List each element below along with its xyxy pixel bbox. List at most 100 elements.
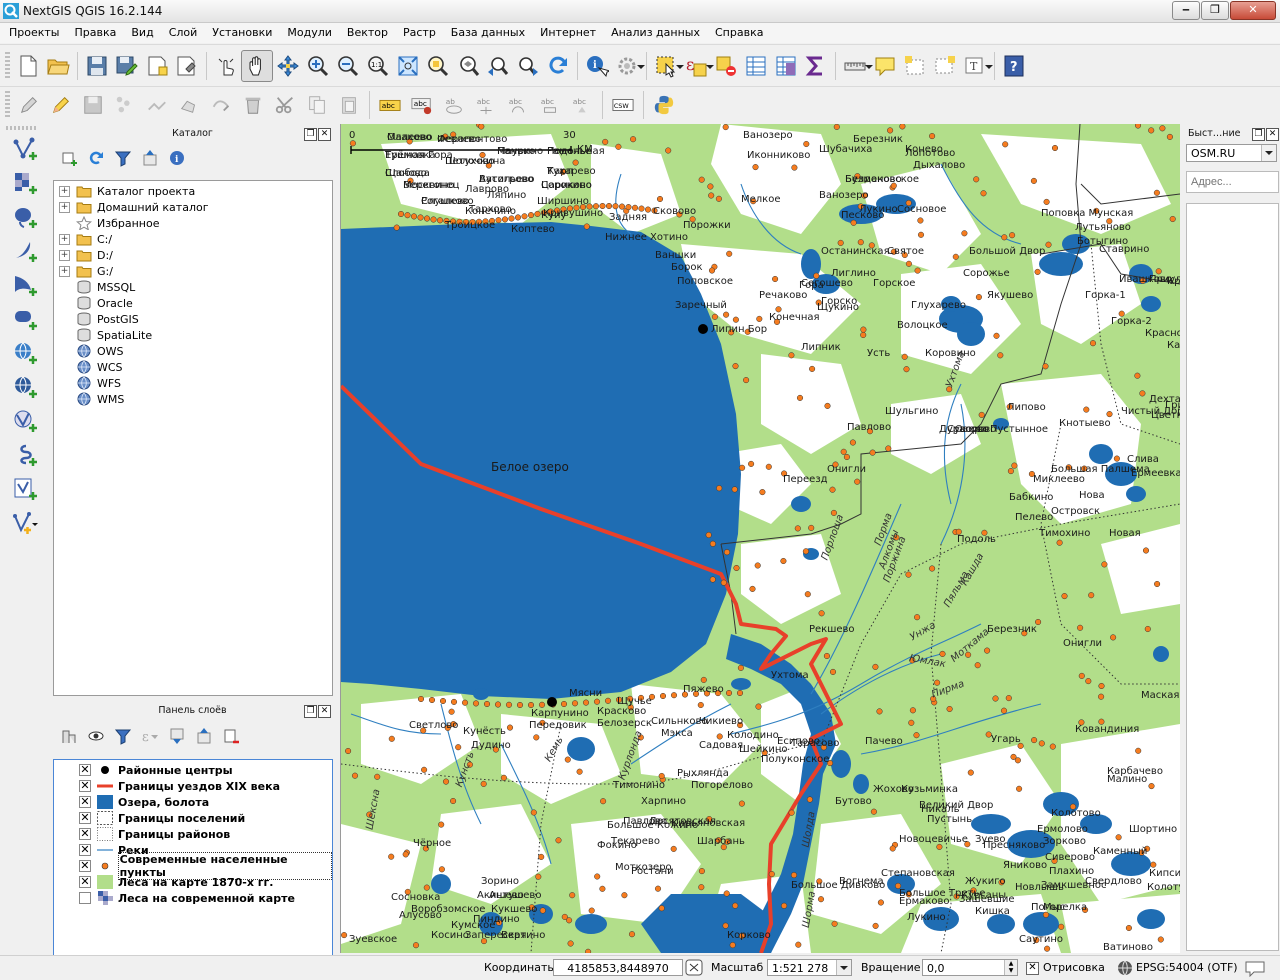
manage-visibility-button[interactable]: [82, 726, 109, 746]
zoom-to-layer-button[interactable]: [453, 50, 483, 82]
add-raster-layer-button[interactable]: [10, 168, 40, 198]
scale-combo[interactable]: 1:521 278: [767, 959, 852, 976]
rotate-label-button[interactable]: abc: [502, 91, 534, 119]
save-edits-button[interactable]: [77, 91, 109, 119]
restore-button[interactable]: ❐: [1201, 1, 1229, 20]
layer-item[interactable]: ✕ Районные центры: [54, 762, 332, 778]
copy-features-button[interactable]: [301, 91, 333, 119]
annotation-button[interactable]: [930, 50, 960, 82]
expand-all-button[interactable]: [163, 726, 190, 746]
simplify-button[interactable]: [205, 91, 237, 119]
pin-labels-button[interactable]: abc: [406, 91, 438, 119]
catalog-item[interactable]: + C:/: [54, 231, 332, 247]
menu-vector[interactable]: Вектор: [338, 23, 394, 43]
map-tips-button[interactable]: [870, 50, 900, 82]
layer-visibility-checkbox[interactable]: ✕: [79, 780, 91, 792]
address-search-input[interactable]: [1186, 171, 1279, 193]
zoom-in-button[interactable]: [303, 50, 333, 82]
close-panel-button[interactable]: ✕: [1266, 128, 1279, 141]
composer-manager-button[interactable]: [172, 50, 202, 82]
new-print-composer-button[interactable]: [142, 50, 172, 82]
catalog-item[interactable]: OWS: [54, 343, 332, 359]
close-panel-button[interactable]: ✕: [318, 705, 331, 718]
minimize-button[interactable]: ‒: [1172, 1, 1200, 20]
catalog-item[interactable]: + Каталог проекта: [54, 183, 332, 199]
layer-visibility-checkbox[interactable]: ✕: [79, 828, 91, 840]
menu-edit[interactable]: Правка: [66, 23, 123, 43]
label-button[interactable]: T: [960, 50, 993, 82]
layer-visibility-checkbox[interactable]: ✕: [79, 844, 91, 856]
layer-item[interactable]: ✕ Озера, болота: [54, 794, 332, 810]
zoom-to-selection-button[interactable]: [423, 50, 453, 82]
refresh-button[interactable]: [543, 50, 573, 82]
expand-toggle-icon[interactable]: +: [59, 185, 70, 197]
catalog-item[interactable]: + Домашний каталог: [54, 199, 332, 215]
identify-button[interactable]: i: [582, 50, 612, 82]
measure-button[interactable]: [840, 50, 873, 82]
pan-to-selection-button[interactable]: [273, 50, 303, 82]
expand-toggle-icon[interactable]: +: [59, 249, 70, 261]
select-features-button[interactable]: [651, 50, 684, 82]
open-project-button[interactable]: [43, 50, 73, 82]
zoom-last-button[interactable]: [483, 50, 513, 82]
expand-toggle-icon[interactable]: +: [59, 201, 70, 213]
field-calculator-button[interactable]: [771, 50, 801, 82]
add-wfs-layer-button[interactable]: [10, 406, 40, 436]
touch-zoom-button[interactable]: [211, 50, 241, 82]
remove-layer-button[interactable]: [217, 726, 244, 746]
messages-button[interactable]: [1236, 958, 1274, 978]
add-wms-layer-button[interactable]: [10, 338, 40, 368]
float-panel-button[interactable]: ❐: [1252, 128, 1265, 141]
add-delimited-text-button[interactable]: [10, 440, 40, 470]
statistics-button[interactable]: [801, 50, 831, 82]
catalog-item[interactable]: PostGIS: [54, 311, 332, 327]
layer-visibility-checkbox[interactable]: ✕: [79, 812, 91, 824]
toolbar-grip[interactable]: [5, 52, 10, 80]
new-project-button[interactable]: [13, 50, 43, 82]
menu-settings[interactable]: Установки: [203, 23, 278, 43]
layer-item[interactable]: Леса на современной карте: [54, 890, 332, 906]
node-tool-button[interactable]: [173, 91, 205, 119]
filter-legend-button[interactable]: [109, 726, 136, 746]
close-window-button[interactable]: ✕: [1230, 1, 1276, 20]
filter-by-expression-button[interactable]: ε: [136, 726, 163, 746]
pan-button[interactable]: [241, 50, 273, 82]
float-panel-button[interactable]: ❐: [304, 705, 317, 718]
delete-selected-button[interactable]: [237, 91, 269, 119]
toolbar-grip[interactable]: [5, 91, 10, 119]
text-annotation-button[interactable]: [900, 50, 930, 82]
menu-plugins[interactable]: Модули: [278, 23, 338, 43]
menu-view[interactable]: Вид: [122, 23, 159, 43]
run-action-button[interactable]: [612, 50, 645, 82]
save-as-button[interactable]: [112, 50, 142, 82]
save-project-button[interactable]: [82, 50, 112, 82]
render-checkbox[interactable]: ✕: [1026, 962, 1039, 975]
add-spatialite-layer-button[interactable]: [10, 236, 40, 266]
add-mssql-layer-button[interactable]: [10, 270, 40, 300]
paste-features-button[interactable]: [333, 91, 365, 119]
toolbar-grip[interactable]: [6, 126, 38, 130]
crs-button[interactable]: [1117, 960, 1133, 976]
layer-visibility-checkbox[interactable]: ✕: [79, 796, 91, 808]
refresh-catalog-button[interactable]: [82, 148, 109, 168]
collapse-all-button[interactable]: [136, 148, 163, 168]
help-button[interactable]: ?: [999, 50, 1029, 82]
catalog-properties-button[interactable]: i: [163, 148, 190, 168]
move-feature-button[interactable]: [141, 91, 173, 119]
menu-help[interactable]: Справка: [706, 23, 769, 43]
add-postgis-layer-button[interactable]: [10, 202, 40, 232]
layer-visibility-checkbox[interactable]: ✕: [79, 860, 91, 872]
show-hide-labels-button[interactable]: ab: [438, 91, 470, 119]
style-manager-button[interactable]: [55, 726, 82, 746]
crs-label[interactable]: EPSG:54004 (OTF): [1136, 961, 1238, 974]
add-selected-layer-button[interactable]: [55, 148, 82, 168]
catalog-item[interactable]: + D:/: [54, 247, 332, 263]
menu-web[interactable]: Интернет: [531, 23, 602, 43]
expand-toggle-icon[interactable]: +: [59, 233, 70, 245]
layer-item[interactable]: ✕ Границы поселений: [54, 810, 332, 826]
map-canvas[interactable]: 0 30 КМ Белое озеро Малеево Иевлево Маурино Под…: [340, 124, 1181, 953]
new-layer-dropdown-button[interactable]: [10, 508, 40, 538]
layer-item[interactable]: ✕ Границы районов: [54, 826, 332, 842]
catalog-item[interactable]: SpatiaLite: [54, 327, 332, 343]
expand-toggle-icon[interactable]: +: [59, 265, 70, 277]
